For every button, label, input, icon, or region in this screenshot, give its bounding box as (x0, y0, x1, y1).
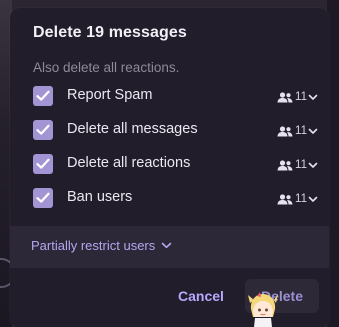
delete-messages-dialog: Delete 19 messages Also delete all react… (10, 8, 329, 327)
anime-cursor-icon (248, 292, 278, 327)
chevron-down-icon (308, 128, 318, 134)
check-icon (36, 90, 50, 101)
partially-restrict-users-label: Partially restrict users (31, 238, 156, 253)
users-icon (277, 193, 293, 204)
cancel-button[interactable]: Cancel (170, 284, 232, 308)
delete-all-reactions-users-dropdown[interactable]: 11 (277, 157, 318, 173)
check-icon (36, 158, 50, 169)
chevron-down-icon (308, 162, 318, 168)
screen: Delete 19 messages Also delete all react… (0, 0, 339, 327)
ban-users-checkbox[interactable] (33, 188, 53, 208)
option-delete-all-messages[interactable]: Delete all messages 11 (33, 120, 318, 142)
user-count: 11 (295, 125, 307, 137)
report-spam-checkbox[interactable] (33, 86, 53, 106)
option-delete-all-reactions[interactable]: Delete all reactions 11 (33, 154, 318, 176)
user-count: 11 (295, 91, 307, 103)
chevron-down-icon (308, 94, 318, 100)
ban-users-label: Ban users (67, 189, 133, 205)
user-count: 11 (295, 193, 307, 205)
option-ban-users[interactable]: Ban users 11 (33, 188, 318, 210)
delete-all-messages-users-dropdown[interactable]: 11 (277, 123, 318, 139)
dialog-subtitle: Also delete all reactions. (33, 60, 180, 75)
delete-all-reactions-label: Delete all reactions (67, 155, 191, 171)
restrict-section: Partially restrict users (10, 226, 329, 268)
option-report-spam[interactable]: Report Spam 11 (33, 86, 318, 108)
chevron-down-icon (161, 242, 172, 249)
delete-all-messages-label: Delete all messages (67, 121, 198, 137)
dialog-title: Delete 19 messages (33, 24, 187, 41)
ban-users-users-dropdown[interactable]: 11 (277, 191, 318, 207)
users-icon (277, 125, 293, 136)
user-count: 11 (295, 159, 307, 171)
delete-all-messages-checkbox[interactable] (33, 120, 53, 140)
partially-restrict-users-toggle[interactable]: Partially restrict users (31, 238, 172, 253)
report-spam-users-dropdown[interactable]: 11 (277, 89, 318, 105)
check-icon (36, 192, 50, 203)
delete-all-reactions-checkbox[interactable] (33, 154, 53, 174)
report-spam-label: Report Spam (67, 87, 153, 103)
check-icon (36, 124, 50, 135)
users-icon (277, 91, 293, 102)
users-icon (277, 159, 293, 170)
chevron-down-icon (308, 196, 318, 202)
